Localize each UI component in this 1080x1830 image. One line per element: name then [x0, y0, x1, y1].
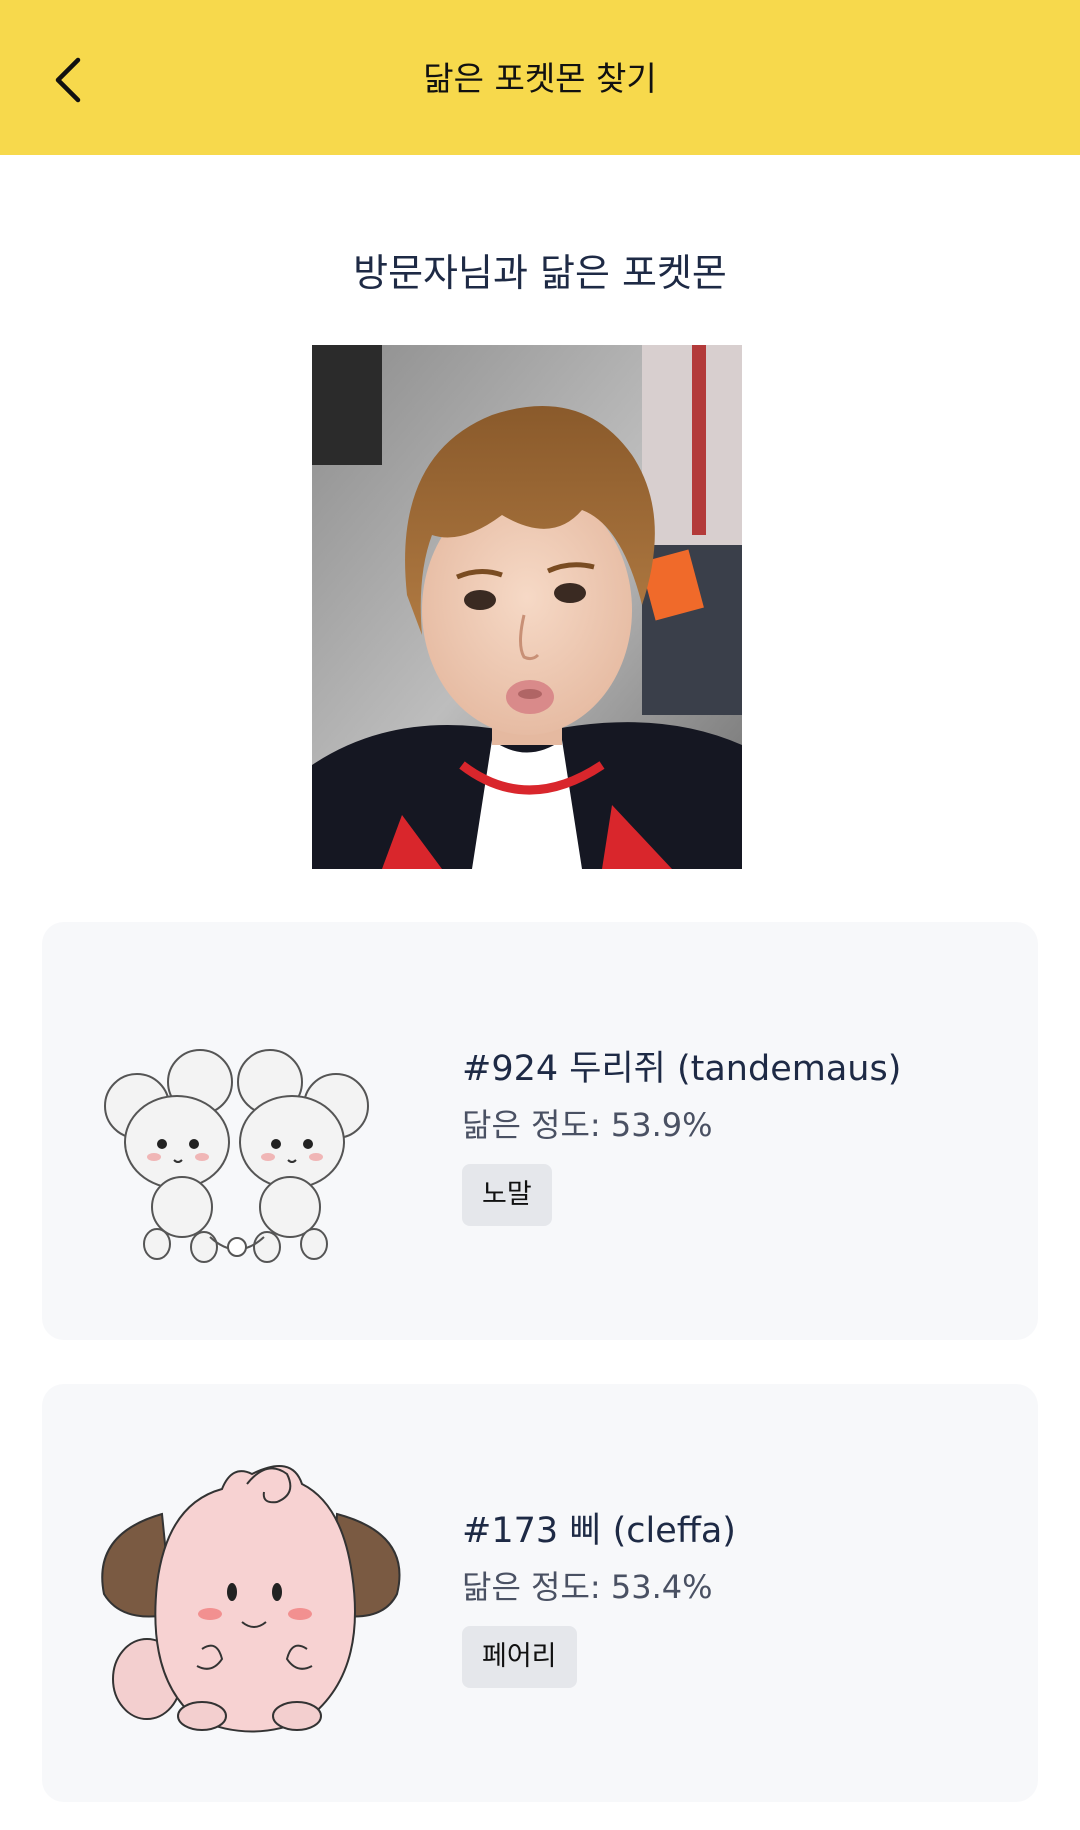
type-badge: 페어리 — [462, 1626, 577, 1688]
pokemon-name: #924 두리쥐 (tandemaus) — [462, 1049, 902, 1089]
similarity-text: 닮은 정도: 53.4% — [462, 1568, 713, 1606]
section-title: 방문자님과 닮은 포켓몬 — [353, 251, 727, 295]
cleffa-image — [92, 1444, 412, 1744]
pokemon-name: #173 삐 (cleffa) — [462, 1511, 736, 1551]
app-bar: 닮은 포켓몬 찾기 — [0, 0, 1080, 155]
page-title: 닮은 포켓몬 찾기 — [423, 59, 657, 98]
tandemaus-image — [92, 982, 412, 1282]
visitor-photo — [312, 345, 742, 869]
similarity-text: 닮은 정도: 53.9% — [462, 1106, 713, 1144]
result-card[interactable]: #924 두리쥐 (tandemaus) 닮은 정도: 53.9% 노말 — [42, 922, 1038, 1340]
result-card[interactable]: #173 삐 (cleffa) 닮은 정도: 53.4% 페어리 — [42, 1384, 1038, 1802]
type-badge: 노말 — [462, 1164, 552, 1226]
